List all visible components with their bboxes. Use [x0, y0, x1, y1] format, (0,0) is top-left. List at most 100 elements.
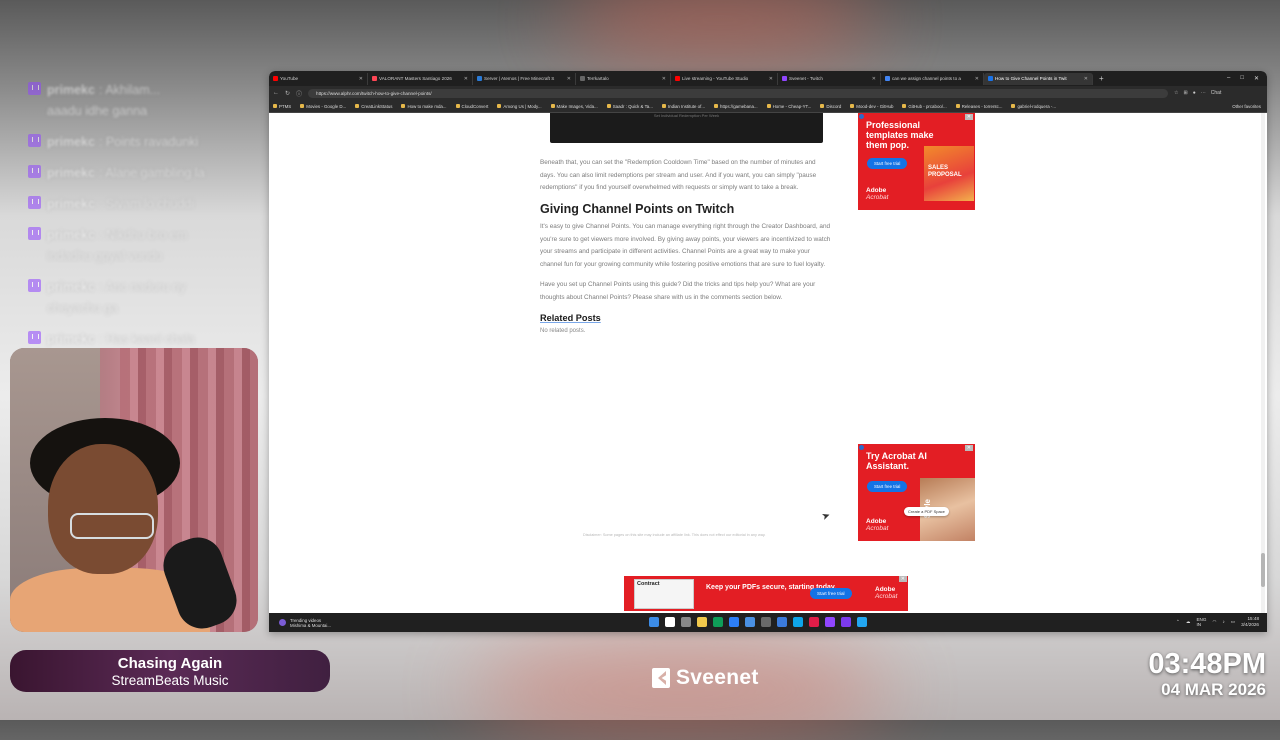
refresh-icon[interactable]: ↻	[285, 90, 290, 97]
twitch-icon	[28, 196, 41, 209]
ad-close-icon[interactable]: ✕	[964, 445, 973, 451]
ad-info-icon[interactable]	[859, 114, 864, 119]
url-input[interactable]: https://www.alphr.com/twitch-how-to-give…	[308, 88, 1169, 98]
back-icon[interactable]: ←	[273, 90, 279, 96]
bookmark-item[interactable]: gabriel-rodquera -...	[1011, 104, 1056, 109]
taskbar-app-icon[interactable]	[697, 617, 707, 627]
bookmark-item[interactable]: CreatLinkStatus	[355, 104, 392, 109]
article-heading: Giving Channel Points on Twitch	[540, 201, 735, 216]
menu-icon[interactable]: ⋯	[1201, 90, 1206, 96]
tab-close-icon[interactable]: ✕	[662, 76, 666, 82]
browser-tab[interactable]: Terrkartalo ✕	[576, 72, 671, 85]
bookmark-item[interactable]: Movies - Google D...	[300, 104, 346, 109]
bookmark-item[interactable]: Discord	[820, 104, 841, 109]
taskbar-app-icon[interactable]	[777, 617, 787, 627]
page-scrollbar[interactable]	[1261, 113, 1265, 621]
browser-tab[interactable]: can we assign channel points to a ✕	[881, 72, 984, 85]
ad-info-icon[interactable]	[859, 445, 864, 450]
scrollbar-thumb[interactable]	[1261, 553, 1265, 587]
new-tab-icon[interactable]: +	[1099, 74, 1104, 83]
related-posts-title[interactable]: Related Posts	[540, 312, 832, 325]
bookmark-item[interactable]: Among Us | Mody...	[497, 104, 542, 109]
browser-tab[interactable]: How to Give Channel Points in Twit ✕	[984, 72, 1093, 85]
browser-tab[interactable]: Server | Atemos | Free Minecraft S ✕	[473, 72, 576, 85]
other-favorites[interactable]: Other favorites	[1232, 104, 1267, 109]
tab-close-icon[interactable]: ✕	[975, 76, 979, 82]
chat-message-text: primekc: Anc naduru ny cheyachu ga	[47, 280, 186, 315]
chat-button[interactable]: Chat	[1211, 90, 1222, 96]
taskbar-app-icon[interactable]	[809, 617, 819, 627]
minimize-icon[interactable]: –	[1227, 75, 1230, 82]
adobe-ad-top[interactable]: ✕ Professional templates make them pop. …	[858, 113, 975, 210]
bookmark-item[interactable]: How to make mda...	[401, 104, 447, 109]
language-indicator[interactable]: ENG IN	[1196, 617, 1206, 627]
tab-close-icon[interactable]: ✕	[567, 76, 571, 82]
tab-close-icon[interactable]: ✕	[1084, 76, 1088, 82]
tab-close-icon[interactable]: ✕	[464, 76, 468, 82]
taskbar-widget[interactable]: Trending videos Mishima & Mountai...	[269, 618, 331, 628]
taskbar-app-icon[interactable]	[841, 617, 851, 627]
chevron-up-icon[interactable]: ⌃	[1176, 619, 1180, 625]
taskbar-app-icon[interactable]	[761, 617, 771, 627]
taskbar-app-icon[interactable]	[729, 617, 739, 627]
browser-tab[interactable]: YouTube ✕	[269, 72, 368, 85]
ad-cta-button[interactable]: Start free trial	[810, 588, 852, 599]
bookmark-item[interactable]: Home - Cheap-YT...	[766, 104, 811, 109]
info-icon[interactable]: ⓘ	[296, 89, 302, 98]
taskbar-apps	[649, 617, 867, 627]
bookmark-item[interactable]: CloudConvert	[455, 104, 488, 109]
bookmark-icon	[820, 104, 825, 108]
browser-tab[interactable]: Sveenet - Twitch ✕	[778, 72, 881, 85]
browser-tab[interactable]: Live streaming - YouTube Studio ✕	[671, 72, 778, 85]
chat-message-text: primekc: Sivam lo chuddi	[47, 197, 195, 211]
taskbar-app-icon[interactable]	[745, 617, 755, 627]
ad-thumbnail-text: SALES PROPOSAL	[928, 165, 962, 178]
bookmark-item[interactable]: Mood-dev - GitHub	[850, 104, 893, 109]
volume-icon[interactable]: ♪	[1222, 619, 1224, 624]
adobe-ad-bottom[interactable]: ✕ Try Acrobat AI Assistant. Start free t…	[858, 444, 975, 541]
wifi-icon[interactable]: ◠	[1212, 619, 1216, 625]
cloud-icon[interactable]: ☁	[1186, 619, 1191, 625]
overlay-date: 04 MAR 2026	[1161, 680, 1266, 699]
taskbar-app-icon[interactable]	[665, 617, 675, 627]
tab-favicon-icon	[477, 76, 482, 81]
bookmark-item[interactable]: Releases - torrentc...	[955, 104, 1002, 109]
bookmark-item[interactable]: https://gamebana...	[714, 104, 758, 109]
taskbar-app-icon[interactable]	[825, 617, 835, 627]
taskbar-app-icon[interactable]	[857, 617, 867, 627]
tab-close-icon[interactable]: ✕	[769, 76, 773, 82]
bookmark-icon	[497, 104, 502, 108]
bookmark-item[interactable]: Indian Institute of...	[661, 104, 705, 109]
maximize-icon[interactable]: □	[1240, 75, 1244, 82]
ad-cta-button[interactable]: Start free trial	[867, 158, 908, 169]
taskbar-clock[interactable]: 15:48 3/4/2026	[1241, 616, 1259, 627]
profile-icon[interactable]: ●	[1193, 90, 1196, 96]
tab-label: can we assign channel points to a	[892, 76, 961, 81]
bookmark-item[interactable]: GitHub - prcaboo/...	[902, 104, 947, 109]
system-tray: ⌃ ☁ ENG IN ◠ ♪ ▭ 15:48 3/4/2026	[1176, 616, 1259, 627]
ad-close-icon[interactable]: ✕	[964, 114, 973, 120]
twitch-icon	[28, 279, 41, 292]
ad-cta-button[interactable]: Start free trial	[867, 481, 908, 492]
bookmark-item[interactable]: PTMS	[273, 104, 291, 109]
ad-close-icon[interactable]: ✕	[898, 576, 907, 582]
taskbar-app-icon[interactable]	[681, 617, 691, 627]
tab-favicon-icon	[782, 76, 787, 81]
tab-close-icon[interactable]: ✕	[872, 76, 876, 82]
star-icon[interactable]: ☆	[1174, 90, 1178, 96]
tab-close-icon[interactable]: ✕	[359, 76, 363, 82]
browser-tab[interactable]: VALORANT Masters Santiago 2026 ✕	[368, 72, 473, 85]
bookmark-icon	[401, 104, 406, 108]
taskbar-app-icon[interactable]	[713, 617, 723, 627]
adobe-banner-ad[interactable]: Contract Keep your PDFs secure, starting…	[624, 576, 908, 611]
bookmark-item[interactable]: Saadr : Quick & Ta...	[606, 104, 653, 109]
bookmark-item[interactable]: Make Images, Vida...	[550, 104, 598, 109]
start-icon[interactable]	[649, 617, 659, 627]
taskbar-app-icon[interactable]	[793, 617, 803, 627]
extensions-icon[interactable]: ⊞	[1184, 90, 1188, 96]
bookmark-icon	[606, 104, 611, 108]
battery-icon[interactable]: ▭	[1231, 619, 1235, 625]
chat-username: primekc	[47, 228, 95, 242]
webcam-feed	[10, 348, 258, 632]
close-window-icon[interactable]: ✕	[1254, 75, 1259, 82]
